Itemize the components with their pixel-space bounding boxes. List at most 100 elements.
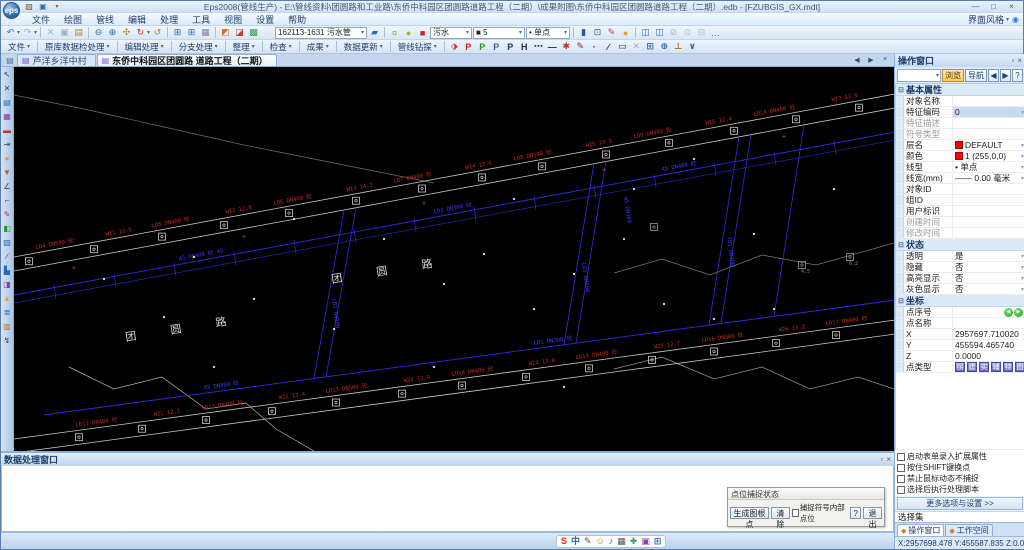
menu-item-8[interactable]: 帮助	[281, 13, 313, 26]
point-draw-icon[interactable]: ·	[588, 40, 601, 53]
help-icon[interactable]: ◉	[1012, 15, 1019, 24]
view1-icon[interactable]: ◫	[639, 26, 652, 39]
cross-icon[interactable]: ✕	[2, 83, 13, 94]
elev-icon[interactable]: ⊥	[672, 40, 685, 53]
pipe-type-combo[interactable]: 污水▾	[430, 27, 472, 39]
operation-panel-header[interactable]: 操作窗口 ▫ ×	[895, 54, 1024, 67]
lock-icon[interactable]: ●	[402, 26, 415, 39]
option-checkbox-1[interactable]: 按住SHIFT键换点	[897, 462, 1023, 473]
property-value[interactable]	[952, 228, 1024, 238]
menu-item-3[interactable]: 编辑	[121, 13, 153, 26]
ime-skin-icon[interactable]: ▣	[641, 537, 650, 546]
panel-pin-icon[interactable]: ▫	[1011, 56, 1014, 65]
menu-item-1[interactable]: 绘图	[57, 13, 89, 26]
property-value[interactable]: 拐建实辅特图	[952, 362, 1024, 372]
property-value[interactable]: 否▾	[952, 273, 1024, 283]
map-view-icon[interactable]: ◩	[219, 26, 232, 39]
menu-item-6[interactable]: 视图	[217, 13, 249, 26]
monitor-icon[interactable]: ⊡	[591, 26, 604, 39]
collapse-icon[interactable]: ⊟	[896, 86, 906, 94]
toolbar-menu-4[interactable]: 整理▾	[229, 40, 259, 53]
undo-icon[interactable]: ↶	[4, 26, 17, 39]
sogou-logo-icon[interactable]: S	[561, 537, 567, 546]
qat-dropdown-icon[interactable]: ▾	[51, 1, 63, 12]
object-select-combo[interactable]: ▾	[897, 69, 941, 82]
clear-button[interactable]: 清除	[771, 507, 790, 519]
wand-icon[interactable]: ↯	[2, 335, 13, 346]
toolbar-menu-2[interactable]: 编辑处理▾	[121, 40, 168, 53]
option-checkbox-0[interactable]: 启动表单录入扩展属性	[897, 451, 1023, 462]
cut-icon[interactable]: ✕	[44, 26, 57, 39]
copy-icon[interactable]: ▣	[58, 26, 71, 39]
dash-icon[interactable]: —	[546, 40, 559, 53]
tab-scroll-right-icon[interactable]: ▶	[865, 54, 877, 65]
close-button[interactable]: ×	[1003, 1, 1020, 12]
property-value[interactable]: 否▾	[952, 262, 1024, 272]
note-icon[interactable]: ≣	[2, 307, 13, 318]
property-row[interactable]: 点名称	[896, 318, 1024, 329]
more-icon[interactable]: …	[709, 26, 722, 39]
toolbar-menu-1[interactable]: 原库数据检处理▾	[41, 40, 114, 53]
lock2-icon[interactable]: ▮	[577, 26, 590, 39]
point-type-button-拐[interactable]: 拐	[955, 362, 965, 372]
tab-corner-icon[interactable]: ▤	[3, 55, 17, 66]
next-point-button[interactable]: ▶	[1014, 308, 1023, 317]
property-value[interactable]	[952, 129, 1024, 139]
paste-icon[interactable]: ▤	[72, 26, 85, 39]
document-tab-0[interactable]: ▤芦洋乡洋中村	[17, 54, 96, 66]
menu-item-4[interactable]: 处理	[153, 13, 185, 26]
flag-p2-icon[interactable]: P	[476, 40, 489, 53]
toolbar-menu-8[interactable]: 管线钻探▾	[394, 40, 441, 53]
point-type-button-图[interactable]: 图	[1015, 362, 1024, 372]
flagtool-icon[interactable]: ◧	[2, 223, 13, 234]
property-value[interactable]: 0▾	[952, 107, 1024, 117]
point-style-combo[interactable]: • 单点▾	[526, 27, 570, 39]
property-row[interactable]: Y455594.465740	[896, 340, 1024, 351]
zoom-out-icon[interactable]: ⊖	[92, 26, 105, 39]
chevron-down-icon[interactable]: ▾	[34, 29, 37, 36]
map-canvas[interactable]: LD4 DN500 砼W11 13.5LD5 DN400 砼W12 12.8LD…	[14, 67, 894, 451]
ime-mic-icon[interactable]: ♪	[609, 537, 614, 546]
ime-face-icon[interactable]: ☺	[596, 537, 605, 546]
red-tool-icon[interactable]: ▬	[2, 125, 13, 136]
select-arrow-icon[interactable]: ↖	[2, 69, 13, 80]
circle-select-icon[interactable]: ○	[261, 26, 274, 39]
property-value[interactable]	[952, 118, 1024, 128]
snap-exit-button[interactable]: 退出	[863, 507, 882, 519]
property-value[interactable]	[952, 184, 1024, 194]
window-cascade-icon[interactable]: ▦	[199, 26, 212, 39]
point-type-button-实[interactable]: 实	[979, 362, 989, 372]
check-v-icon[interactable]: ∨	[686, 40, 699, 53]
node-tool-icon[interactable]: ⬗	[448, 40, 461, 53]
edit-icon[interactable]: ✎	[605, 26, 618, 39]
globe-icon[interactable]: ●	[619, 26, 632, 39]
flag-h-icon[interactable]: H	[518, 40, 531, 53]
navigate-button[interactable]: 导航	[965, 69, 987, 82]
erase-icon[interactable]: ✕	[630, 40, 643, 53]
prev-button[interactable]: ◀	[988, 69, 999, 82]
layer-combo[interactable]: 162113-1631 污水管▾	[275, 27, 367, 39]
toolbar-menu-3[interactable]: 分支处理▾	[175, 40, 222, 53]
layer-view-icon[interactable]: ◪	[233, 26, 246, 39]
table-icon[interactable]: ⊞	[644, 40, 657, 53]
skin-selector[interactable]: 界面风格 ▾ ◉	[968, 13, 1023, 26]
property-value[interactable]	[952, 206, 1024, 216]
panel-tab-1[interactable]: ◆工作空间	[945, 524, 992, 536]
property-value[interactable]: ◀▶	[952, 307, 1024, 317]
ime-tool-icon[interactable]: ✚	[630, 537, 638, 546]
ime-pen-icon[interactable]: ✎	[584, 537, 592, 546]
property-row[interactable]: 点类型拐建实辅特图	[896, 362, 1024, 373]
chevron-down-icon[interactable]: ▾	[147, 29, 150, 36]
snap-icon[interactable]: ⌐	[2, 195, 13, 206]
spray-icon[interactable]: ✱	[560, 40, 573, 53]
panel-pin-icon[interactable]: ▫	[880, 455, 883, 464]
save-icon[interactable]: ▣	[37, 1, 49, 12]
tab-scroll-left-icon[interactable]: ◀	[851, 54, 863, 65]
pens-icon[interactable]: ✎	[2, 209, 13, 220]
panel-tab-0[interactable]: ◆操作窗口	[897, 524, 944, 536]
cad-drawing[interactable]: LD4 DN500 砼W11 13.5LD5 DN400 砼W12 12.8LD…	[14, 67, 894, 451]
point-type-button-建[interactable]: 建	[967, 362, 977, 372]
toolbar-menu-0[interactable]: 文件▾	[4, 40, 34, 53]
property-value[interactable]: 0.0000	[952, 351, 1024, 361]
flag-p4-icon[interactable]: P	[504, 40, 517, 53]
